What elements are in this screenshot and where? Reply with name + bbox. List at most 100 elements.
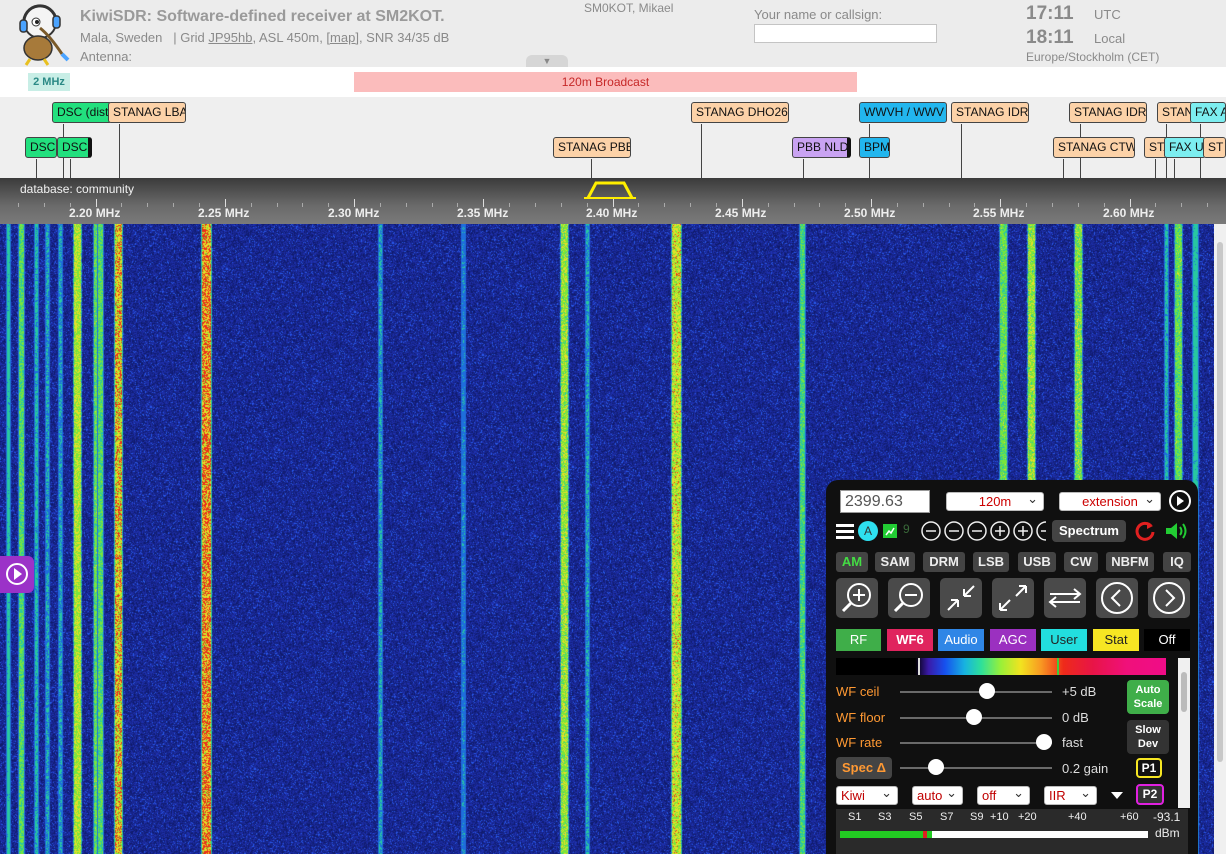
mode-iq-button[interactable]: IQ bbox=[1163, 552, 1191, 572]
step-down-button[interactable] bbox=[1096, 578, 1138, 618]
spec-delta-button[interactable]: Spec Δ bbox=[836, 757, 892, 779]
scale-tick bbox=[535, 203, 536, 207]
expand-header-button[interactable]: ▼ bbox=[526, 55, 568, 67]
band-2mhz[interactable]: 2 MHz bbox=[28, 73, 70, 91]
kiwi-bird-logo[interactable] bbox=[10, 2, 76, 66]
waterfall-colorbar[interactable] bbox=[836, 658, 1166, 675]
wf-rate-slider[interactable] bbox=[900, 742, 1052, 744]
smeter-reading: -93.1 bbox=[1153, 810, 1181, 824]
refresh-icon[interactable] bbox=[1134, 520, 1156, 542]
station-label[interactable]: PBB NLD bbox=[792, 137, 851, 158]
step-up-button[interactable] bbox=[1148, 578, 1190, 618]
open-panel-button[interactable] bbox=[0, 556, 34, 593]
agc-preset-select[interactable]: Kiwi bbox=[836, 784, 898, 805]
spec-gain-knob[interactable] bbox=[928, 759, 945, 775]
tab-stat[interactable]: Stat bbox=[1093, 629, 1139, 651]
waterfall-scrollbar[interactable] bbox=[1214, 224, 1226, 854]
speaker-icon[interactable] bbox=[1164, 520, 1190, 542]
tab-wf6[interactable]: WF6 bbox=[887, 629, 933, 651]
wf-rate-knob[interactable] bbox=[1036, 734, 1053, 750]
station-label[interactable]: STANAG IDR bbox=[951, 102, 1029, 123]
smeter-label: S1 bbox=[848, 811, 862, 823]
tab-off[interactable]: Off bbox=[1144, 629, 1190, 651]
zoom-out-button[interactable] bbox=[888, 578, 930, 618]
play-circle-icon bbox=[6, 563, 28, 585]
wf-ceil-slider[interactable] bbox=[900, 691, 1052, 693]
callsign-input[interactable] bbox=[754, 24, 937, 43]
station-label[interactable]: STANAG LBA bbox=[108, 102, 186, 123]
preset-p1-button[interactable]: P1 bbox=[1136, 758, 1162, 778]
grid-link[interactable]: JP95hb bbox=[208, 30, 252, 45]
scale-label: 2.20 MHz bbox=[69, 206, 121, 220]
band-120m-broadcast[interactable]: 120m Broadcast bbox=[354, 72, 857, 92]
station-label[interactable]: STANAG CTW bbox=[1053, 137, 1135, 158]
mode-lsb-button[interactable]: LSB bbox=[973, 552, 1009, 572]
mode-usb-button[interactable]: USB bbox=[1018, 552, 1056, 572]
mode-am-button[interactable]: AM bbox=[836, 552, 868, 572]
chevron-down-icon: ▼ bbox=[542, 56, 552, 66]
control-panel: 120m extension A 9 Spectrum bbox=[826, 480, 1198, 854]
station-label[interactable]: FAX A bbox=[1190, 102, 1226, 123]
station-label[interactable]: DSC bbox=[57, 137, 92, 158]
extension-select[interactable]: extension bbox=[1059, 490, 1161, 511]
panel-scrollbar[interactable] bbox=[1178, 658, 1190, 808]
swap-button[interactable] bbox=[1044, 578, 1086, 618]
station-label[interactable]: STANAG DHO26 bbox=[691, 102, 789, 123]
tab-user[interactable]: User bbox=[1041, 629, 1087, 651]
station-label[interactable]: WWVH / WWV bbox=[859, 102, 947, 123]
frequency-input[interactable] bbox=[840, 490, 930, 513]
station-label[interactable]: STANAG PBB bbox=[553, 137, 631, 158]
play-circle-icon[interactable] bbox=[1168, 489, 1192, 513]
station-label[interactable]: FAX UK bbox=[1164, 137, 1206, 158]
tab-rf[interactable]: RF bbox=[836, 629, 881, 651]
colorbar-min-marker[interactable] bbox=[918, 658, 920, 675]
mode-drm-button[interactable]: DRM bbox=[923, 552, 965, 572]
wf-ceil-value: +5 dB bbox=[1062, 684, 1097, 699]
band-select[interactable]: 120m bbox=[946, 490, 1044, 511]
tab-audio[interactable]: Audio bbox=[938, 629, 984, 651]
zoom-band-button[interactable] bbox=[940, 578, 982, 618]
zoom-in-button[interactable] bbox=[836, 578, 878, 618]
off-select[interactable]: off bbox=[977, 784, 1030, 805]
station-label[interactable]: STANAG IDR bbox=[1069, 102, 1147, 123]
station-label[interactable]: STAN bbox=[1157, 102, 1193, 123]
station-label[interactable]: DSC (distress) bbox=[52, 102, 112, 123]
mode-cw-button[interactable]: CW bbox=[1064, 552, 1098, 572]
passband-marker[interactable] bbox=[584, 180, 636, 200]
frequency-scale[interactable]: database: community 2.20 MHz 2.25 MHz 2.… bbox=[0, 178, 1226, 224]
colorbar-max-marker[interactable] bbox=[1057, 658, 1059, 675]
auto-scale-button[interactable]: Auto Scale bbox=[1127, 680, 1169, 714]
scale-tick bbox=[561, 203, 562, 207]
wf-ceil-knob[interactable] bbox=[978, 683, 995, 699]
scale-tick bbox=[923, 203, 924, 207]
map-link[interactable]: [map] bbox=[326, 30, 359, 45]
filter-select[interactable]: IIR bbox=[1044, 784, 1097, 805]
tab-agc[interactable]: AGC bbox=[990, 629, 1036, 651]
badge-a[interactable]: A bbox=[858, 521, 878, 541]
zoom-max-button[interactable] bbox=[992, 578, 1034, 618]
smeter-label: +10 bbox=[990, 811, 1009, 823]
scale-label: 2.40 MHz bbox=[586, 206, 638, 220]
station-label[interactable]: DSC bbox=[25, 137, 57, 158]
triangle-down-icon[interactable] bbox=[1110, 790, 1124, 800]
station-label[interactable]: ST bbox=[1203, 137, 1226, 158]
spectrum-button[interactable]: Spectrum bbox=[1052, 520, 1126, 542]
slow-dev-button[interactable]: Slow Dev bbox=[1127, 720, 1169, 754]
scale-tick bbox=[897, 203, 898, 207]
station-label[interactable]: BPM bbox=[859, 137, 890, 158]
spec-gain-slider[interactable] bbox=[900, 767, 1052, 769]
mode-nbfm-button[interactable]: NBFM bbox=[1106, 552, 1154, 572]
preset-p2-button[interactable]: P2 bbox=[1136, 784, 1164, 805]
wf-floor-knob[interactable] bbox=[966, 709, 983, 725]
scale-tick bbox=[1078, 203, 1079, 207]
s-meter: S1 S3 S5 S7 S9 +10 +20 +40 +60 -93.1 dBm bbox=[836, 809, 1188, 854]
label-tick bbox=[70, 159, 71, 178]
mode-sam-button[interactable]: SAM bbox=[875, 552, 915, 572]
label-tick bbox=[36, 159, 37, 178]
zoom-buttons[interactable] bbox=[921, 521, 1046, 542]
auto-select[interactable]: auto bbox=[912, 784, 963, 805]
image-icon[interactable] bbox=[882, 523, 898, 539]
scale-label: 2.45 MHz bbox=[715, 206, 767, 220]
hamburger-menu-icon[interactable] bbox=[836, 523, 854, 539]
asl-text: , ASL 450m, bbox=[252, 30, 327, 45]
